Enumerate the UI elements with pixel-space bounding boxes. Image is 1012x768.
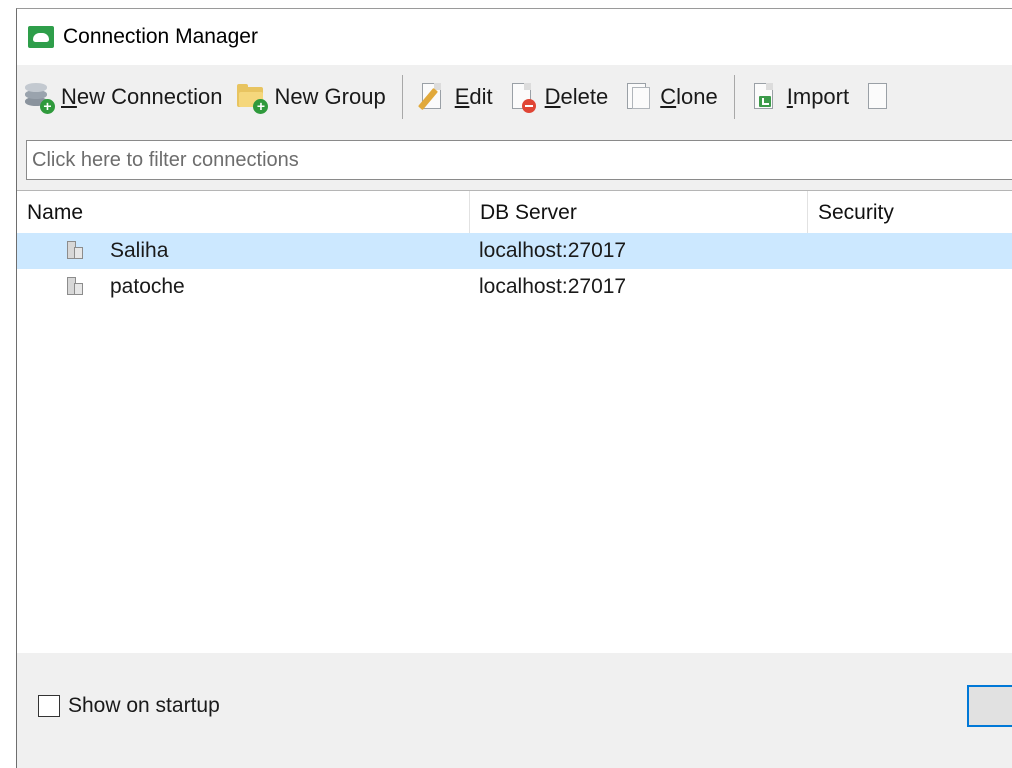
edit-button[interactable]: Edit: [411, 75, 501, 119]
document-icon: [863, 81, 893, 113]
more-toolbar-button[interactable]: [857, 75, 909, 119]
new-connection-button[interactable]: + New Connection: [17, 75, 230, 119]
table-header: Name DB Server Security: [17, 191, 1012, 233]
connect-button[interactable]: [967, 685, 1012, 727]
connections-table: Name DB Server Security Saliha localhost…: [17, 190, 1012, 654]
new-group-label: New Group: [274, 84, 386, 109]
table-row[interactable]: patoche localhost:27017: [17, 269, 1012, 305]
connection-db-server: localhost:27017: [479, 239, 627, 262]
database-add-icon: +: [23, 81, 55, 114]
edit-label: Edit: [454, 84, 493, 109]
connection-manager-window: Connection Manager + New Connection + Ne…: [16, 8, 1012, 768]
import-button[interactable]: Import: [743, 75, 857, 119]
clone-label: Clone: [660, 84, 718, 109]
app-logo-icon: [28, 26, 54, 48]
clone-button[interactable]: Clone: [616, 75, 725, 119]
delete-button[interactable]: Delete: [501, 75, 617, 119]
new-group-button[interactable]: + New Group: [230, 75, 393, 119]
dialog-footer: Show on startup: [17, 653, 1012, 763]
column-header-db-server[interactable]: DB Server: [469, 191, 577, 233]
show-on-startup-label: Show on startup: [68, 694, 220, 717]
connection-icon: [67, 277, 83, 295]
delete-label: Delete: [544, 84, 609, 109]
edit-icon: [417, 81, 447, 113]
show-on-startup-checkbox[interactable]: [38, 695, 60, 717]
toolbar-separator: [401, 75, 403, 119]
clone-icon: [622, 81, 652, 113]
import-icon: [749, 81, 779, 113]
column-header-security[interactable]: Security: [807, 191, 894, 233]
filter-connections-input[interactable]: [26, 140, 1012, 180]
new-connection-label: New Connection: [61, 84, 223, 109]
folder-add-icon: +: [236, 81, 269, 114]
column-header-name[interactable]: Name: [27, 191, 83, 233]
toolbar-separator: [733, 75, 735, 119]
title-bar: Connection Manager: [17, 9, 1012, 65]
delete-icon: [507, 81, 537, 113]
connection-name: Saliha: [110, 239, 169, 262]
connection-icon: [67, 241, 83, 259]
show-on-startup-control[interactable]: Show on startup: [38, 694, 220, 718]
connection-db-server: localhost:27017: [479, 275, 627, 298]
connection-name: patoche: [110, 275, 185, 298]
import-label: Import: [786, 84, 850, 109]
window-title: Connection Manager: [63, 25, 258, 48]
toolbar: + New Connection + New Group Edit Delete: [17, 66, 1012, 128]
table-row[interactable]: Saliha localhost:27017: [17, 233, 1012, 269]
